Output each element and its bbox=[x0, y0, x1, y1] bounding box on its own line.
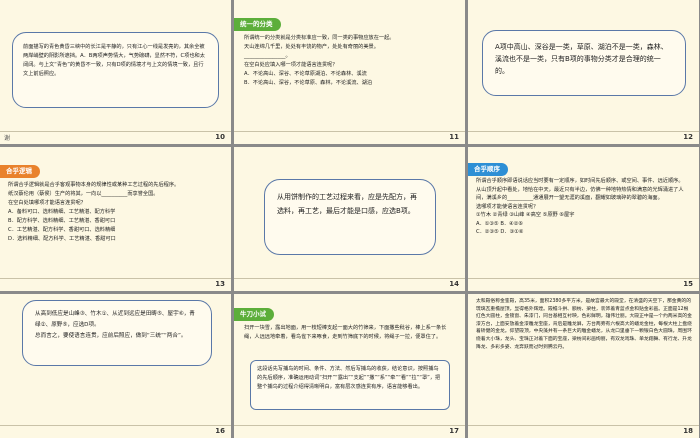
line: A．不论高山、深谷、不论草原湖泊、不论森林、溪流 bbox=[244, 71, 367, 77]
slide-footer bbox=[0, 131, 231, 144]
slide-text-2: 总而言之，要使语言连贯，应前后照应，做到“三统”“两合”。 bbox=[35, 333, 187, 339]
slide-text: 前面描写的青色黄昏三峡中的长江是平静的，只有江心一线是发亮的，其余全被两岸峭壁的… bbox=[23, 44, 205, 77]
footer-mark: 谢 bbox=[4, 135, 11, 142]
section-tag: 牛刀小试 bbox=[234, 308, 274, 321]
line: 在空白处填哪项才能语言连贯呢？ bbox=[8, 200, 86, 206]
slide-grid: 前面描写的青色黄昏三峡中的长江是平静的，只有江心一线是发亮的，其余全被两岸峭壁的… bbox=[0, 0, 700, 438]
slide-16[interactable]: 从高到低应是山峰③、竹木①、从近到远应是田畴⑤、屋宇⑥，青绿②、原野⑤，应选D项… bbox=[0, 294, 231, 438]
content-box: 从用饼制作的工艺过程来看，应是先配方，再选料，再工艺，最后才能是口感，应选B项。 bbox=[264, 179, 436, 255]
content-box: 从高到低应是山峰③、竹木①、从近到远应是田畴⑤、屋宇⑥，青绿②、原野⑤，应选D项… bbox=[22, 300, 212, 366]
line: ________________。 bbox=[244, 53, 291, 59]
slide-footer bbox=[234, 278, 465, 291]
line: 纸汉蔡伦用（蔡侯）生产的将其，一向以__________而享誉全国。 bbox=[8, 191, 159, 197]
line: 在空白处应填入哪一项才能语言连贯呢？ bbox=[244, 62, 338, 68]
line: ①竹木 ②青绿 ③山峰 ④高空 ⑤原野 ⑥屋宇 bbox=[476, 212, 575, 218]
slide-text: 从用饼制作的工艺过程来看，应是先配方，再选料，再工艺，最后才能是口感，应选B项。 bbox=[277, 193, 417, 215]
slide-number: 16 bbox=[215, 427, 225, 435]
line: 从山顶升起中看处，地恰在中天，最近只有半边，仿佛一种地特热情和满意的光辉涌进了人… bbox=[476, 186, 684, 202]
slide-14[interactable]: 从用饼制作的工艺过程来看，应是先配方，再选料，再工艺，最后才能是口感，应选B项。… bbox=[234, 147, 465, 291]
slide-number: 12 bbox=[683, 133, 693, 141]
slide-text: 这段话先写捕鸟的时间、条件、方法、然后写捕鸟的收获，结论意识，按照捕鸟的先后顺序… bbox=[257, 366, 441, 390]
line: 所谓统一的分类就是分类标准应一致，同一类的事物应放在一起。 bbox=[244, 35, 395, 41]
slide-number: 18 bbox=[683, 427, 693, 435]
slide-footer bbox=[0, 425, 231, 438]
slide-footer bbox=[0, 278, 231, 291]
slide-body: 太和殿俗称金銮殿，高35米，面积2380多平方米，是故宫最大的殿堂，在清盛的天空… bbox=[476, 299, 692, 350]
line: 所谓合乎逻辑就是合乎客观事物本身的规律性或某种工艺过程的先后程序。 bbox=[8, 182, 180, 188]
slide-footer bbox=[468, 425, 699, 438]
slide-text: A项中高山、深谷是一类，草原、湖泊不是一类，森林、溪流也不是一类，只有B项的事物… bbox=[495, 43, 668, 75]
slide-number: 13 bbox=[215, 280, 225, 288]
slide-number: 11 bbox=[449, 133, 459, 141]
line: C．工艺精湛、配方科学、香甜可口、选料精细 bbox=[8, 227, 116, 233]
line: B．不论高山、深谷，不论草原、森林，不论溪流、湖泊 bbox=[244, 80, 373, 86]
content-box: 前面描写的青色黄昏三峡中的长江是平静的，只有江心一线是发亮的，其余全被两岸峭壁的… bbox=[12, 32, 219, 108]
line: 天山连绵几千里，处处有丰饶的物产，处处有奇丽的美景。 bbox=[244, 44, 379, 50]
slide-text: 从高到低应是山峰③、竹木①、从近到远应是田畴⑤、屋宇⑥，青绿②、原野⑤，应选D项… bbox=[35, 311, 195, 328]
content-box: 这段话先写捕鸟的时间、条件、方法、然后写捕鸟的收获，结论意识，按照捕鸟的先后顺序… bbox=[250, 360, 450, 410]
slide-10[interactable]: 前面描写的青色黄昏三峡中的长江是平静的，只有江心一线是发亮的，其余全被两岸峭壁的… bbox=[0, 0, 231, 144]
line: D．选料精细、配方科学、工艺精湛、香甜可口 bbox=[8, 236, 116, 242]
slide-11[interactable]: 统一的分类 所谓统一的分类就是分类标准应一致，同一类的事物应放在一起。 天山连绵… bbox=[234, 0, 465, 144]
section-tag: 统一的分类 bbox=[234, 18, 281, 31]
line: A．备料可口、选料精细、工艺精湛、配方科学 bbox=[8, 209, 116, 215]
section-tag: 合乎顺序 bbox=[468, 163, 508, 176]
slide-number: 15 bbox=[683, 280, 693, 288]
slide-number: 10 bbox=[215, 133, 225, 141]
slide-footer bbox=[468, 278, 699, 291]
section-tag: 合乎逻辑 bbox=[0, 165, 40, 178]
slide-footer bbox=[234, 131, 465, 144]
slide-footer bbox=[234, 425, 465, 438]
line: B．配方科学、选料精细、工艺精湛、香甜可口 bbox=[8, 218, 116, 224]
slide-body: 所谓合乎逻辑就是合乎客观事物本身的规律性或某种工艺过程的先后程序。 纸汉蔡伦用（… bbox=[8, 181, 224, 244]
slide-number: 14 bbox=[449, 280, 459, 288]
slide-body: 扫开一块雪，露出地面，用一枝短棒支起一面大的竹筛来，下面撒些秕谷，棒上系一条长绳… bbox=[244, 325, 447, 340]
slide-15[interactable]: 合乎顺序 所谓合乎顺序即语说话应当时要有一定顺序，如时间先后顺序、或空间、事件、… bbox=[468, 147, 699, 291]
slide-17[interactable]: 牛刀小试 扫开一块雪，露出地面，用一枝短棒支起一面大的竹筛来，下面撒些秕谷，棒上… bbox=[234, 294, 465, 438]
slide-18[interactable]: 太和殿俗称金銮殿，高35米，面积2380多平方米，是故宫最大的殿堂，在清盛的天空… bbox=[468, 294, 699, 438]
line: 所谓合乎顺序即语说话应当时要有一定顺序，如时间先后顺序、或空间、事件、远近顺序。 bbox=[476, 178, 684, 184]
slide-12[interactable]: A项中高山、深谷是一类，草原、湖泊不是一类，森林、溪流也不是一类，只有B项的事物… bbox=[468, 0, 699, 144]
line: A．①③⑤ B．④②⑥ bbox=[476, 220, 524, 227]
slide-body: 所谓合乎顺序即语说话应当时要有一定顺序，如时间先后顺序、或空间、事件、远近顺序。… bbox=[476, 177, 692, 237]
slide-footer bbox=[468, 131, 699, 144]
content-box: A项中高山、深谷是一类，草原、湖泊不是一类，森林、溪流也不是一类，只有B项的事物… bbox=[482, 30, 686, 96]
slide-body: 所谓统一的分类就是分类标准应一致，同一类的事物应放在一起。 天山连绵几千里，处处… bbox=[244, 34, 458, 88]
line: 选哪项才能使语言连贯呢？ bbox=[476, 203, 539, 210]
slide-number: 17 bbox=[449, 427, 459, 435]
slide-13[interactable]: 合乎逻辑 所谓合乎逻辑就是合乎客观事物本身的规律性或某种工艺过程的先后程序。 纸… bbox=[0, 147, 231, 291]
line: C．②③⑤ D．③①⑥ bbox=[476, 229, 524, 235]
